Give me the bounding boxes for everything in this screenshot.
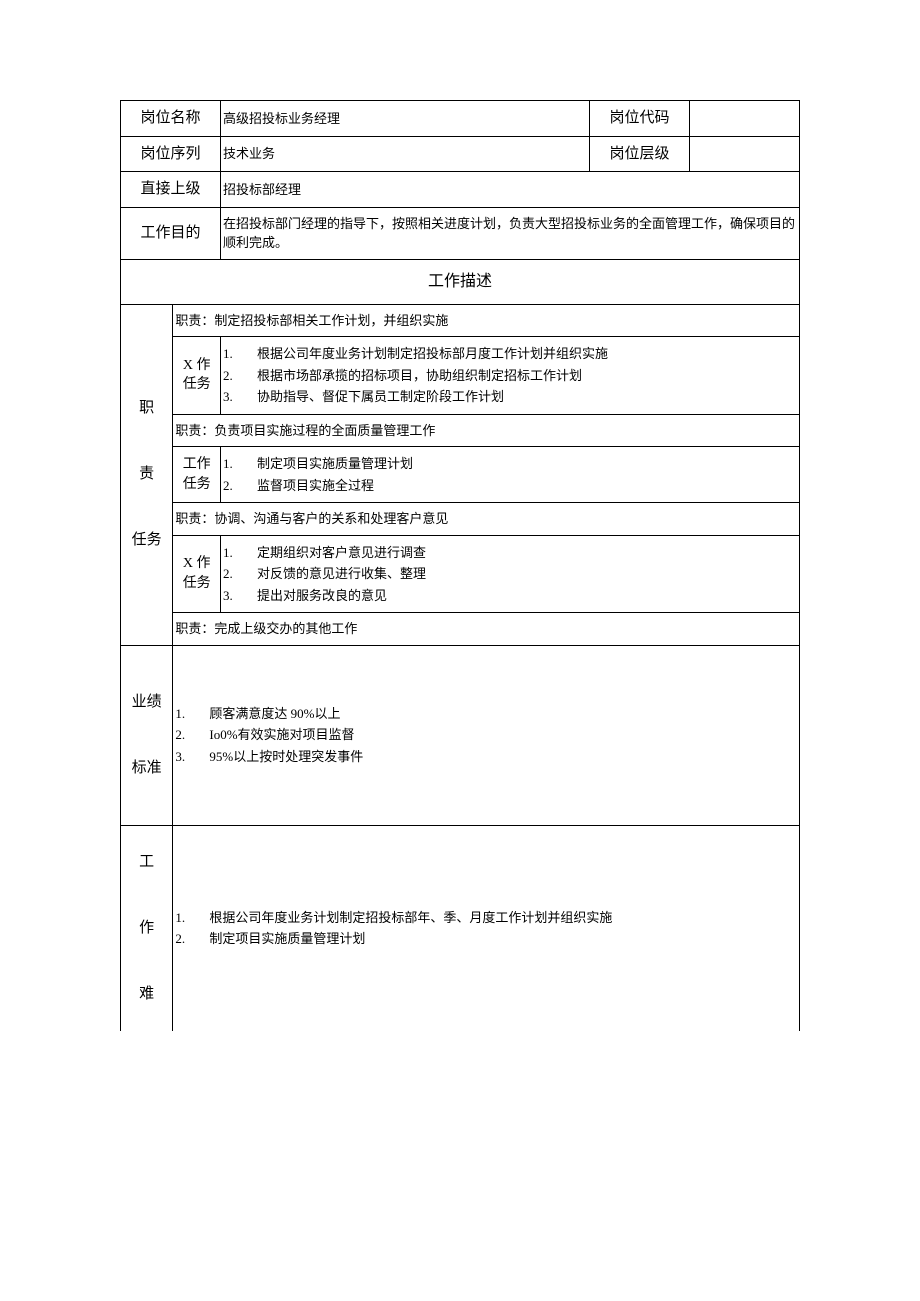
duty-1-task-2: 根据市场部承揽的招标项目，协助组织制定招标工作计划 [257,366,582,386]
direct-superior-label: 直接上级 [121,172,221,208]
duty-3-title: 职责：协调、沟通与客户的关系和处理客户意见 [173,503,800,536]
performance-item-3: 95%以上按时处理突发事件 [209,747,363,767]
row-performance: 业绩 标准 1.顾客满意度达 90%以上 2.Io0%有效实施对项目监督 3.9… [121,645,800,825]
performance-item-2: Io0%有效实施对项目监督 [209,725,354,745]
duty-1-task-list: 1.根据公司年度业务计划制定招投标部月度工作计划并组织实施 2.根据市场部承揽的… [221,337,800,415]
duty-1-task-label: X 作任务 [173,337,221,415]
job-description-table: 岗位名称 高级招投标业务经理 岗位代码 岗位序列 技术业务 岗位层级 直接上级 … [120,100,800,1031]
duty-row-2-tasks: 工作任务 1.制定项目实施质量管理计划 2.监督项目实施全过程 [121,447,800,503]
direct-superior-value: 招投标部经理 [221,172,800,208]
section-title: 工作描述 [121,259,800,304]
duty-row-4: 职责：完成上级交办的其他工作 [121,613,800,646]
position-series-label: 岗位序列 [121,136,221,172]
position-level-value [690,136,800,172]
duty-1-task-1: 根据公司年度业务计划制定招投标部月度工作计划并组织实施 [257,344,608,364]
duty-3-task-list: 1.定期组织对客户意见进行调查 2.对反馈的意见进行收集、整理 3.提出对服务改… [221,535,800,613]
position-series-value: 技术业务 [221,136,590,172]
performance-list: 1.顾客满意度达 90%以上 2.Io0%有效实施对项目监督 3.95%以上按时… [173,645,800,825]
position-name-value: 高级招投标业务经理 [221,101,590,137]
difficulty-item-1: 根据公司年度业务计划制定招投标部年、季、月度工作计划并组织实施 [209,908,612,928]
duties-label: 职 责 任务 [121,304,173,645]
work-purpose-label: 工作目的 [121,207,221,259]
position-level-label: 岗位层级 [590,136,690,172]
duty-row-1: 职 责 任务 职责：制定招投标部相关工作计划，并组织实施 [121,304,800,337]
work-purpose-value: 在招投标部门经理的指导下，按照相关进度计划，负责大型招投标业务的全面管理工作，确… [221,207,800,259]
row-difficulty: 工 作 难 1.根据公司年度业务计划制定招投标部年、季、月度工作计划并组织实施 … [121,825,800,1031]
duty-2-task-1: 制定项目实施质量管理计划 [257,454,413,474]
row-position-name: 岗位名称 高级招投标业务经理 岗位代码 [121,101,800,137]
duty-2-task-label: 工作任务 [173,447,221,503]
row-direct-superior: 直接上级 招投标部经理 [121,172,800,208]
duty-4-title: 职责：完成上级交办的其他工作 [173,613,800,646]
duty-3-task-1: 定期组织对客户意见进行调查 [257,543,426,563]
position-code-label: 岗位代码 [590,101,690,137]
position-name-label: 岗位名称 [121,101,221,137]
duty-3-task-2: 对反馈的意见进行收集、整理 [257,564,426,584]
duty-2-task-2: 监督项目实施全过程 [257,476,374,496]
difficulty-list: 1.根据公司年度业务计划制定招投标部年、季、月度工作计划并组织实施 2.制定项目… [173,825,800,1031]
row-position-series: 岗位序列 技术业务 岗位层级 [121,136,800,172]
difficulty-label: 工 作 难 [121,825,173,1031]
duty-2-title: 职责：负责项目实施过程的全面质量管理工作 [173,414,800,447]
duty-2-task-list: 1.制定项目实施质量管理计划 2.监督项目实施全过程 [221,447,800,503]
duty-1-title: 职责：制定招投标部相关工作计划，并组织实施 [173,304,800,337]
duty-3-task-3: 提出对服务改良的意见 [257,586,387,606]
duty-row-1-tasks: X 作任务 1.根据公司年度业务计划制定招投标部月度工作计划并组织实施 2.根据… [121,337,800,415]
duty-1-task-3: 协助指导、督促下属员工制定阶段工作计划 [257,387,504,407]
performance-item-1: 顾客满意度达 90%以上 [209,704,340,724]
performance-label: 业绩 标准 [121,645,173,825]
duty-row-2: 职责：负责项目实施过程的全面质量管理工作 [121,414,800,447]
difficulty-item-2: 制定项目实施质量管理计划 [209,929,365,949]
duty-row-3-tasks: X 作任务 1.定期组织对客户意见进行调查 2.对反馈的意见进行收集、整理 3.… [121,535,800,613]
row-work-purpose: 工作目的 在招投标部门经理的指导下，按照相关进度计划，负责大型招投标业务的全面管… [121,207,800,259]
duty-3-task-label: X 作任务 [173,535,221,613]
row-section-header: 工作描述 [121,259,800,304]
duty-row-3: 职责：协调、沟通与客户的关系和处理客户意见 [121,503,800,536]
position-code-value [690,101,800,137]
